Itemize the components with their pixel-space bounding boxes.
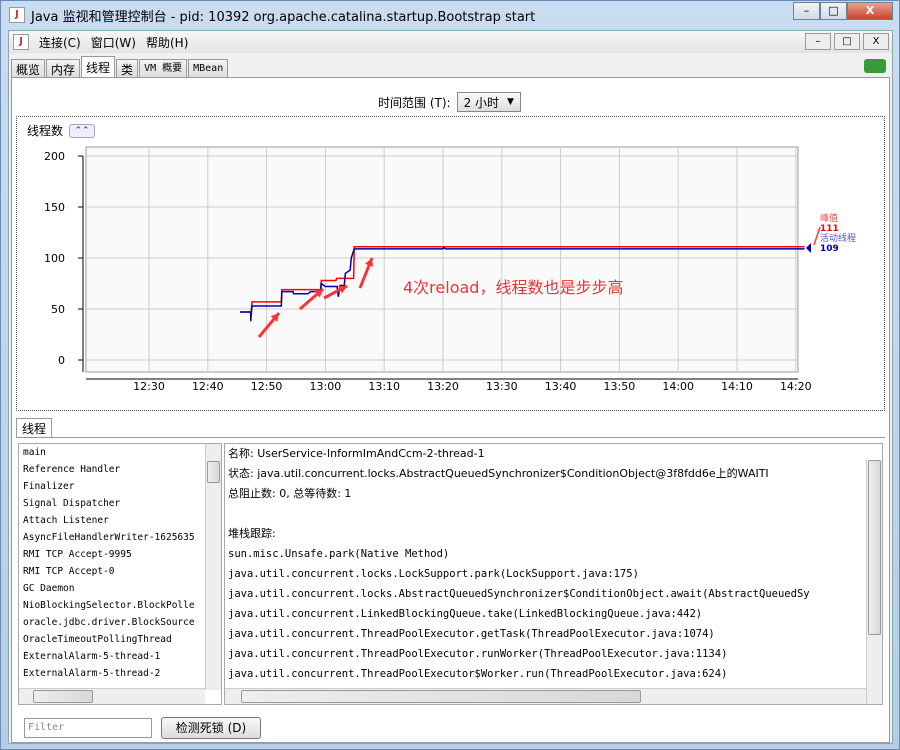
thread-list-vscrollbar[interactable] [205,444,221,690]
thread-count-panel: 12:30 12:40 12:50 13:00 13:10 13:20 13:30 13:40… [16,116,885,411]
filter-input[interactable]: Filter [24,718,152,738]
frame-close-button[interactable]: X [863,33,889,50]
thread-list-item[interactable]: Attach Listener [19,512,205,529]
thread-count-chart: 12:30 12:40 12:50 13:00 13:10 13:20 13:30 13:40… [44,146,856,393]
menu-connection[interactable]: 连接(C) [39,34,81,51]
x-tick-label: 12:40 [192,380,224,393]
collapse-button[interactable]: ⌃⌃ [69,123,96,138]
x-tick-label: 13:30 [486,380,518,393]
y-tick-label: 100 [44,252,65,265]
thread-name: 名称: UserService-InformImAndCcm-2-thread-… [228,447,485,460]
minimize-button[interactable]: – [793,2,820,20]
stack-trace-label: 堆栈跟踪: [228,527,276,540]
tab-overview[interactable]: 概览 [11,59,46,77]
stack-frame: java.util.concurrent.LinkedBlockingQueue… [228,608,703,620]
stack-frame: sun.misc.Unsafe.park(Native Method) [228,548,450,560]
tab-threads[interactable]: 线程 [81,56,116,77]
stack-frame: java.util.concurrent.locks.LockSupport.p… [228,568,639,580]
x-tick-label: 14:00 [662,380,694,393]
app-window: J Java 监视和管理控制台 - pid: 10392 org.apache.… [0,0,900,750]
y-tick-label: 0 [58,354,65,367]
annotation-text: 4次reload，线程数也是步步高 [403,278,623,297]
window-title: Java 监视和管理控制台 - pid: 10392 org.apache.ca… [31,9,536,25]
thread-list-item[interactable]: Finalizer [19,478,205,495]
close-button[interactable]: X [847,2,893,20]
detail-vscrollbar[interactable] [866,460,882,704]
legend-active-value: 109 [820,244,839,254]
thread-list-item[interactable]: RMI TCP Accept-9995 [19,546,205,563]
thread-list-item[interactable]: RMI TCP Accept-0 [19,563,205,580]
thread-list-item[interactable]: oracle.jdbc.driver.BlockSource [19,614,205,631]
menu-window[interactable]: 窗口(W) [91,34,136,51]
thread-list-item[interactable]: ExternalAlarm-5-thread-2 [19,665,205,682]
frame-restore-button[interactable]: □ [834,33,860,50]
current-marker-icon [806,243,811,253]
thread-list-item[interactable]: main [19,444,205,461]
threads-page: 时间范围 (T): 2 小时 ▼ 12:30 12:40 12:50 13:00 13:… [11,77,890,743]
thread-list-item[interactable]: ExternalAlarm-5-thread-1 [19,648,205,665]
y-tick-label: 150 [44,201,65,214]
x-tick-label: 14:10 [721,380,753,393]
thread-list-item[interactable]: NioBlockingSelector.BlockPolle [19,597,205,614]
title-bar: J Java 监视和管理控制台 - pid: 10392 org.apache.… [1,1,899,29]
tab-bar: 概览 内存 线程 类 VM 概要 MBean [11,56,229,77]
stack-frame: java.util.concurrent.ThreadPoolExecutor.… [228,628,715,640]
menu-help[interactable]: 帮助(H) [146,34,188,51]
stack-frame: java.util.concurrent.ThreadPoolExecutor$… [228,668,728,680]
x-tick-label: 14:20 [780,380,812,393]
frame-minimize-button[interactable]: – [805,33,831,50]
threads-lower-panel: main Reference Handler Finalizer Signal Dis… [16,437,885,739]
x-tick-label: 13:10 [368,380,400,393]
detail-hscrollbar[interactable] [225,688,866,704]
x-tick-label: 13:00 [310,380,342,393]
tab-classes[interactable]: 类 [116,59,139,77]
thread-counts: 总阻止数: 0, 总等待数: 1 [228,487,352,500]
x-tick-label: 13:20 [427,380,459,393]
thread-state: 状态: java.util.concurrent.locks.AbstractQ… [228,467,769,480]
stack-frame: java.util.concurrent.locks.AbstractQueue… [228,588,810,600]
detect-deadlock-button[interactable]: 检测死锁 (D) [161,717,261,739]
chevron-down-icon: ▼ [507,97,514,107]
thread-list-hscrollbar[interactable] [19,688,205,704]
chart-title: 线程数 [27,124,64,138]
thread-list-item[interactable]: AsyncFileHandlerWriter-1625635 [19,529,205,546]
time-range-value: 2 小时 [463,95,500,110]
legend-peak-label: 峰值 [820,212,838,224]
thread-list-item[interactable]: Reference Handler [19,461,205,478]
x-tick-label: 13:50 [604,380,636,393]
stack-frame: java.util.concurrent.ThreadPoolExecutor.… [228,648,728,660]
plot-area [85,146,799,373]
tab-mbean[interactable]: MBean [188,59,229,77]
y-tick-label: 50 [51,303,65,316]
connection-status-icon [864,59,886,73]
y-tick-label: 200 [44,150,65,163]
x-tick-label: 12:30 [133,380,165,393]
java-icon: J [9,7,25,23]
thread-list[interactable]: main Reference Handler Finalizer Signal Dis… [18,443,222,705]
thread-detail[interactable]: 名称: UserService-InformImAndCcm-2-thread-… [224,443,883,705]
tab-vm-summary[interactable]: VM 概要 [139,59,188,77]
thread-list-item[interactable]: GC Daemon [19,580,205,597]
time-range: 时间范围 (T): 2 小时 ▼ [378,92,521,112]
x-tick-label: 12:50 [251,380,283,393]
tab-memory[interactable]: 内存 [46,59,81,77]
maximize-button[interactable]: □ [820,2,847,20]
menu-bar: J 连接(C) 窗口(W) 帮助(H) – □ X [9,31,892,53]
legend-peak-value: 111 [820,224,839,234]
internal-frame: J 连接(C) 窗口(W) 帮助(H) – □ X 概览 内存 线程 类 VM … [8,30,893,744]
thread-list-item[interactable]: OracleTimeoutPollingThread [19,631,205,648]
legend-active-label: 活动线程 [820,232,856,244]
time-range-label: 时间范围 (T): [378,95,451,110]
thread-list-item[interactable]: Signal Dispatcher [19,495,205,512]
time-range-select[interactable]: 2 小时 ▼ [456,92,521,112]
java-icon: J [13,34,29,50]
threads-subtab[interactable]: 线程 [16,418,53,438]
x-tick-label: 13:40 [545,380,577,393]
